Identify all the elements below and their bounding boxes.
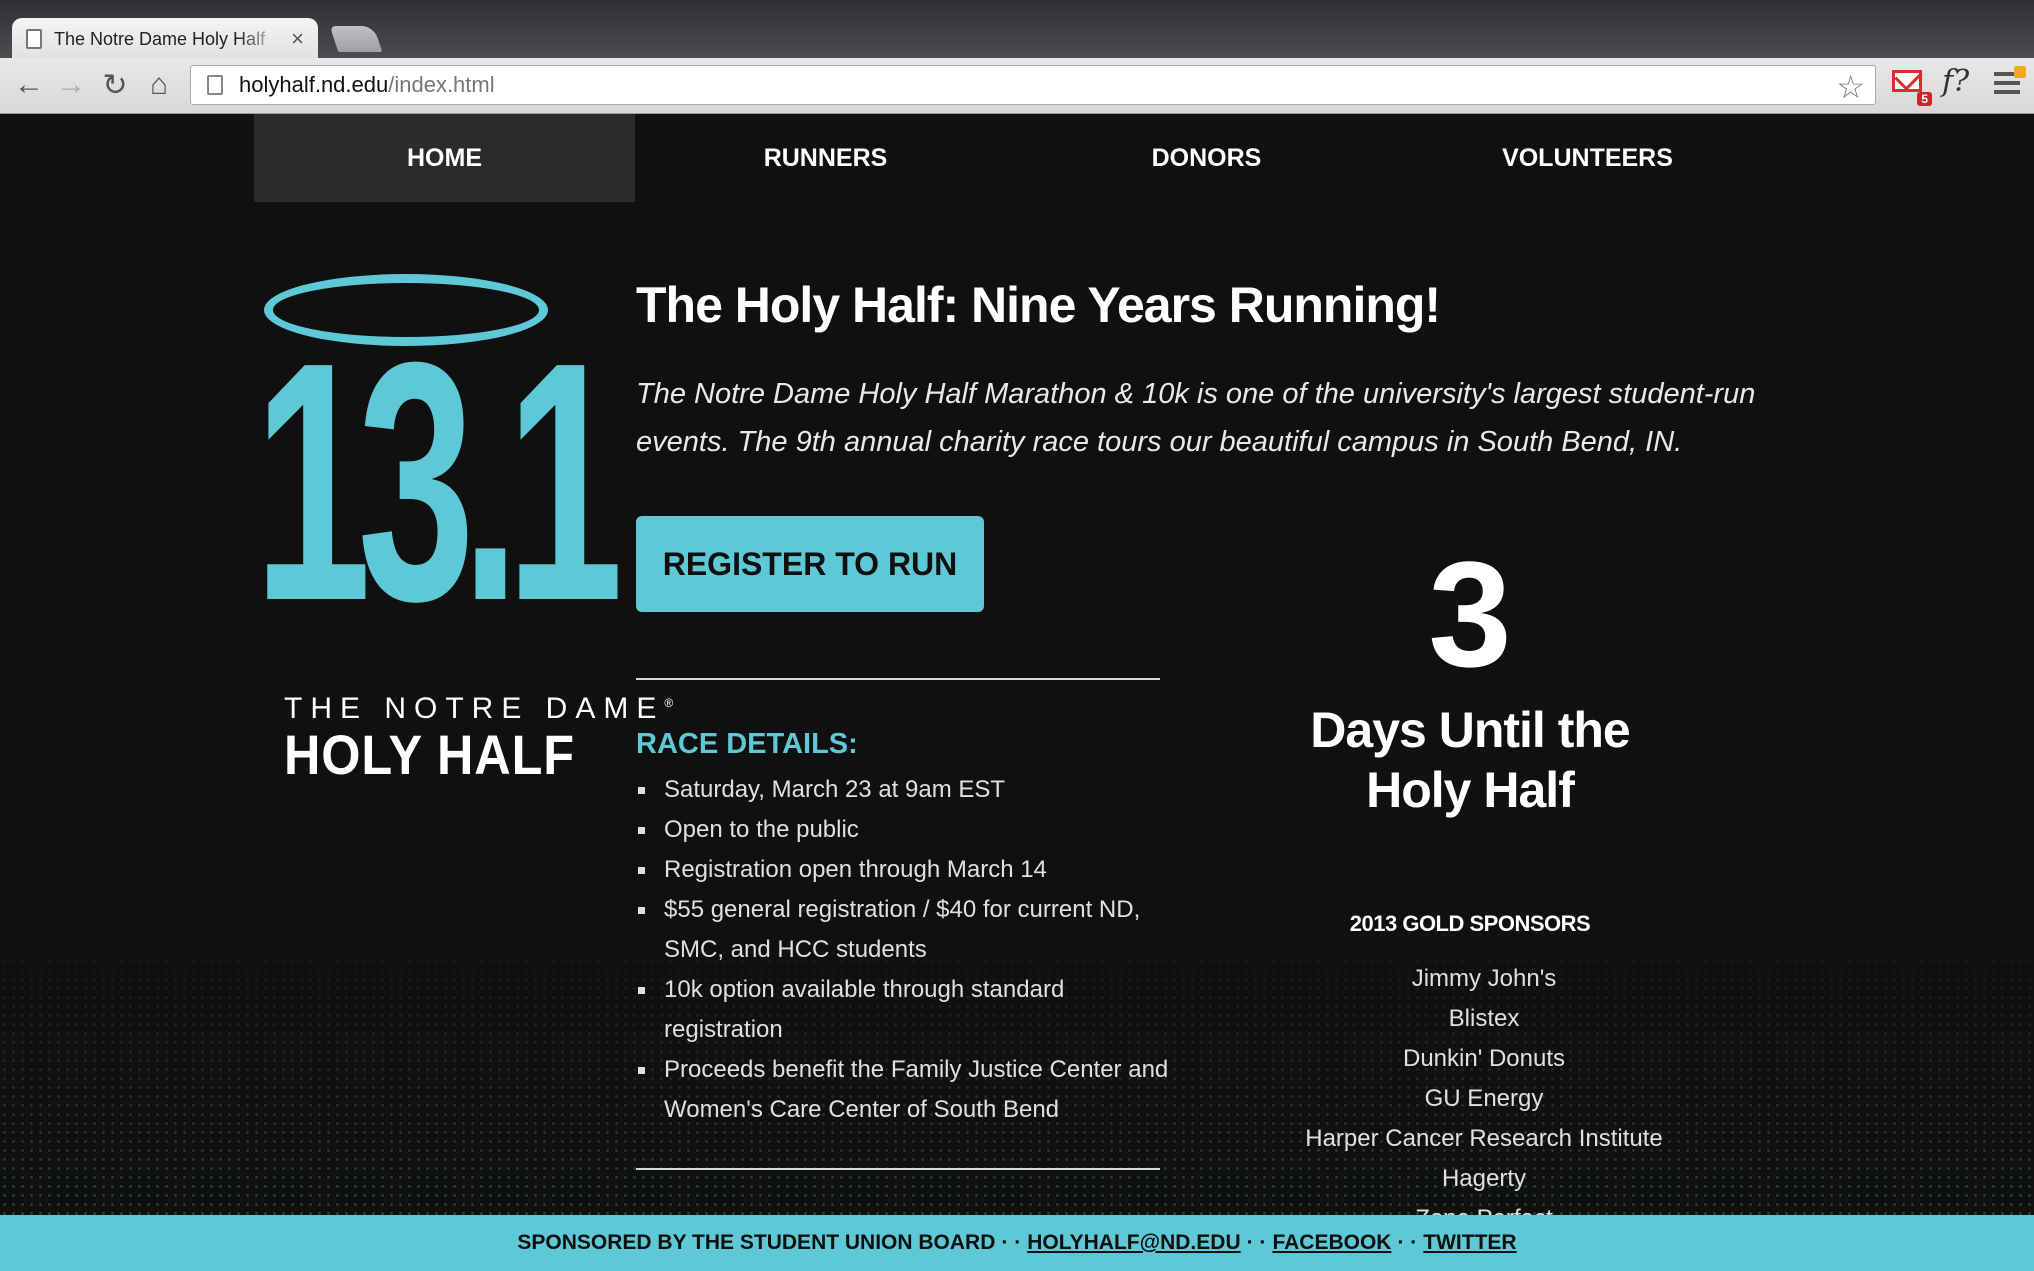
separator: · ·: [1001, 1231, 1022, 1254]
list-item: Saturday, March 23 at 9am EST: [636, 770, 1176, 810]
facebook-link[interactable]: FACEBOOK: [1272, 1231, 1391, 1255]
list-item: Open to the public: [636, 810, 1176, 850]
list-item: Harper Cancer Research Institute: [1305, 1125, 1663, 1152]
list-item: Jimmy John's: [1411, 965, 1557, 992]
gmail-extension-icon[interactable]: 5: [1892, 70, 1932, 106]
email-link[interactable]: HOLYHALF@ND.EDU: [1027, 1231, 1240, 1255]
sponsors-title: 2013 GOLD SPONSORS: [1349, 911, 1591, 936]
logo-subtitle: THE NOTRE DAME®: [284, 692, 673, 726]
list-item: 10k option available through standard re…: [636, 970, 1176, 1050]
list-item: Blistex: [1448, 1005, 1520, 1032]
sponsor-list: Jimmy John's Blistex Dunkin' Donuts GU E…: [1284, 959, 1684, 1215]
page-content: HOME RUNNERS DONORS VOLUNTEERS 13.1 THE …: [0, 114, 2034, 1215]
list-item: Zone Perfect: [1284, 1199, 1684, 1215]
page-icon: [207, 75, 223, 95]
twitter-link[interactable]: TWITTER: [1423, 1231, 1516, 1255]
registered-mark: ®: [664, 696, 674, 710]
address-bar[interactable]: holyhalf.nd.edu /index.html ☆: [190, 65, 1876, 105]
browser-toolbar: ← → ↻ ⌂ holyhalf.nd.edu /index.html ☆ 5 …: [0, 58, 2034, 114]
nav-home[interactable]: HOME: [254, 114, 635, 202]
close-tab-icon[interactable]: ×: [291, 26, 304, 52]
forward-arrow-icon[interactable]: →: [54, 68, 88, 102]
register-to-run-button[interactable]: REGISTER TO RUN: [636, 516, 984, 612]
divider: [636, 678, 1160, 680]
home-icon[interactable]: ⌂: [142, 68, 176, 102]
sponsored-by-text: SPONSORED BY THE STUDENT UNION BOARD: [517, 1231, 996, 1254]
intro-text: The Notre Dame Holy Half Marathon & 10k …: [636, 378, 1756, 458]
site-footer: SPONSORED BY THE STUDENT UNION BOARD · ·…: [0, 1215, 2034, 1271]
menu-icon[interactable]: [1994, 66, 2026, 99]
separator: · ·: [1246, 1231, 1267, 1254]
url-path: /index.html: [388, 72, 495, 97]
logo-subtitle-text: THE NOTRE DAME: [284, 692, 665, 725]
race-details-list: Saturday, March 23 at 9am EST Open to th…: [636, 770, 1176, 1130]
tab-title: The Notre Dame Holy Half: [54, 28, 266, 49]
mail-envelope-icon: [1892, 70, 1922, 92]
unread-badge: 5: [1917, 92, 1932, 106]
logo-title: HOLY HALF: [284, 723, 575, 786]
list-item: GU Energy: [1424, 1085, 1544, 1112]
nav-volunteers[interactable]: VOLUNTEERS: [1397, 114, 1778, 202]
page-icon: [26, 29, 42, 49]
url-host: holyhalf.nd.edu: [239, 72, 389, 97]
countdown-days: 3: [1428, 530, 1512, 698]
holy-half-logo: 13.1 THE NOTRE DAME® HOLY HALF: [254, 274, 673, 794]
browser-tab-strip: The Notre Dame Holy Half ×: [0, 0, 2034, 60]
countdown-label: Days Until the Holy Half: [1310, 702, 1630, 818]
race-details-title: RACE DETAILS:: [636, 728, 858, 760]
new-tab-button[interactable]: [329, 26, 383, 52]
list-item: $55 general registration / $40 for curre…: [636, 890, 1176, 970]
reload-icon[interactable]: ↻: [98, 68, 132, 102]
logo-number: 13.1: [254, 292, 623, 672]
list-item: Hagerty: [1441, 1165, 1527, 1192]
nav-donors[interactable]: DONORS: [1016, 114, 1397, 202]
list-item: Dunkin' Donuts: [1403, 1045, 1565, 1072]
divider: [636, 1168, 1160, 1170]
page-headline: The Holy Half: Nine Years Running!: [636, 277, 1441, 333]
browser-tab[interactable]: The Notre Dame Holy Half ×: [12, 18, 318, 60]
separator: · ·: [1397, 1231, 1418, 1254]
update-badge: [2014, 66, 2026, 78]
font-extension-icon[interactable]: f?: [1942, 64, 1969, 99]
back-arrow-icon[interactable]: ←: [12, 68, 46, 102]
main-nav: HOME RUNNERS DONORS VOLUNTEERS: [254, 114, 1780, 202]
nav-runners[interactable]: RUNNERS: [635, 114, 1016, 202]
list-item: Registration open through March 14: [636, 850, 1176, 890]
list-item: Proceeds benefit the Family Justice Cent…: [636, 1050, 1176, 1130]
bookmark-star-icon[interactable]: ☆: [1836, 68, 1865, 106]
